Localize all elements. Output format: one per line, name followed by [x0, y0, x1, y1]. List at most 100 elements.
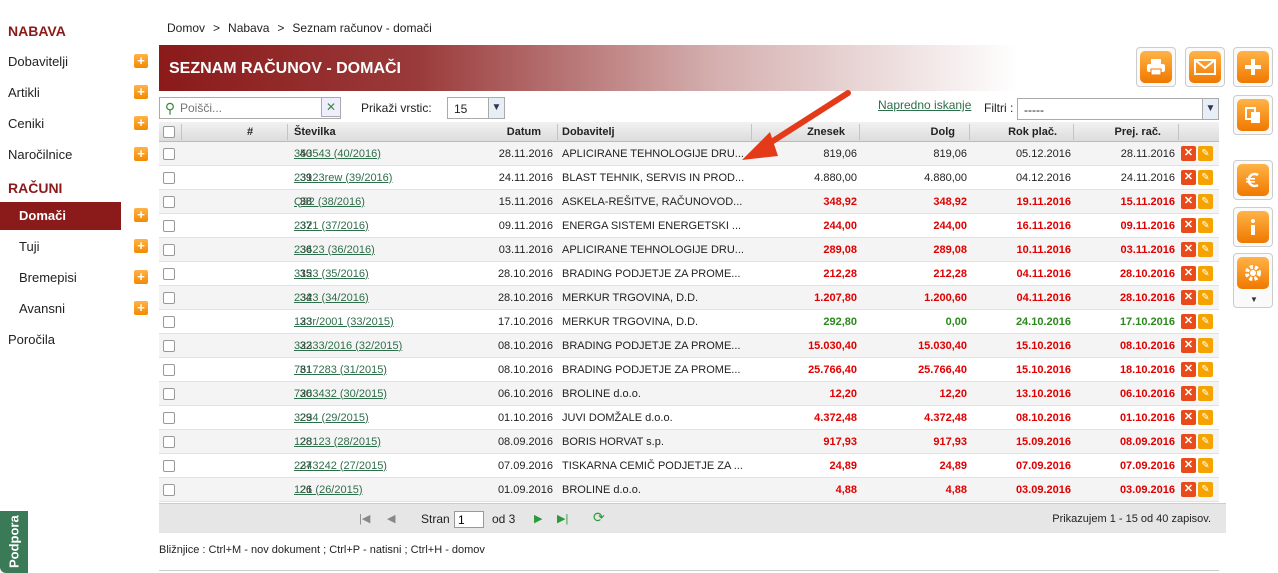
row-checkbox[interactable]	[163, 214, 177, 237]
settings-button[interactable]: ▼	[1233, 253, 1273, 308]
breadcrumb-nabava[interactable]: Nabava	[228, 21, 269, 35]
edit-icon[interactable]: ✎	[1198, 266, 1213, 281]
email-button[interactable]	[1185, 47, 1225, 87]
table-row[interactable]: 31 7617283 (31/2015) 08.10.2016 BRADING POD…	[159, 358, 1219, 382]
row-checkbox[interactable]	[163, 286, 177, 309]
delete-icon[interactable]: ✕	[1181, 146, 1196, 161]
row-checkbox[interactable]	[163, 334, 177, 357]
row-checkbox[interactable]	[163, 262, 177, 285]
col-dobavitelj[interactable]: Dobavitelj	[562, 122, 752, 141]
col-datum[interactable]: Datum	[489, 122, 541, 141]
edit-icon[interactable]: ✎	[1198, 242, 1213, 257]
row-checkbox[interactable]	[163, 238, 177, 261]
table-row[interactable]: 38 Q32 (38/2016) 15.11.2016 ASKELA-REŠITVE,…	[159, 190, 1219, 214]
delete-icon[interactable]: ✕	[1181, 362, 1196, 377]
edit-icon[interactable]: ✎	[1198, 386, 1213, 401]
clear-search-button[interactable]: ✕	[321, 97, 341, 117]
invoice-number-link[interactable]: 3123 (35/2016)	[294, 268, 369, 280]
invoice-number-link[interactable]: 2321 (37/2016)	[294, 220, 369, 232]
add-icon[interactable]: +	[134, 270, 148, 284]
invoice-number-link[interactable]: 23123rew (39/2016)	[294, 172, 392, 184]
sidebar-item-bremepisi[interactable]: Bremepisi +	[0, 264, 150, 290]
sidebar-item-ceniki[interactable]: Ceniki +	[0, 110, 150, 136]
edit-icon[interactable]: ✎	[1198, 458, 1213, 473]
copy-button[interactable]	[1233, 95, 1273, 135]
sidebar-item-porocila[interactable]: Poročila	[0, 326, 150, 352]
col-num[interactable]: #	[247, 122, 267, 141]
page-input[interactable]	[454, 511, 484, 528]
breadcrumb-home[interactable]: Domov	[167, 21, 205, 35]
table-row[interactable]: 39 23123rew (39/2016) 24.11.2016 BLAST TEHN…	[159, 166, 1219, 190]
add-icon[interactable]: +	[134, 85, 148, 99]
edit-icon[interactable]: ✎	[1198, 290, 1213, 305]
table-row[interactable]: 30 7263432 (30/2015) 06.10.2016 BROLINE d.o…	[159, 382, 1219, 406]
select-all-checkbox[interactable]	[163, 122, 177, 141]
col-dolg[interactable]: Dolg	[859, 122, 955, 141]
row-checkbox[interactable]	[163, 430, 177, 453]
add-document-button[interactable]	[1233, 47, 1273, 87]
table-row[interactable]: 40 353543 (40/2016) 28.11.2016 APLICIRANE T…	[159, 142, 1219, 166]
add-icon[interactable]: +	[134, 239, 148, 253]
invoice-number-link[interactable]: 3234 (29/2015)	[294, 412, 369, 424]
rows-per-page-select[interactable]: 15 ▼	[447, 97, 505, 119]
delete-icon[interactable]: ✕	[1181, 482, 1196, 497]
next-page-icon[interactable]: ▶	[534, 512, 542, 525]
support-tab[interactable]: Podpora	[0, 511, 28, 573]
row-checkbox[interactable]	[163, 478, 177, 501]
edit-icon[interactable]: ✎	[1198, 338, 1213, 353]
advanced-search-link[interactable]: Napredno iskanje	[878, 98, 971, 112]
add-icon[interactable]: +	[134, 116, 148, 130]
table-row[interactable]: 37 2321 (37/2016) 09.11.2016 ENERGA SISTEMI…	[159, 214, 1219, 238]
delete-icon[interactable]: ✕	[1181, 434, 1196, 449]
edit-icon[interactable]: ✎	[1198, 410, 1213, 425]
row-checkbox[interactable]	[163, 358, 177, 381]
currency-button[interactable]	[1233, 160, 1273, 200]
sidebar-item-domaci[interactable]: Domači +	[0, 202, 150, 230]
invoice-number-link[interactable]: 123r/2001 (33/2015)	[294, 316, 394, 328]
edit-icon[interactable]: ✎	[1198, 194, 1213, 209]
row-checkbox[interactable]	[163, 454, 177, 477]
col-rok[interactable]: Rok plač.	[971, 122, 1057, 141]
last-page-icon[interactable]: ▶|	[557, 512, 568, 525]
print-button[interactable]	[1136, 47, 1176, 87]
invoice-number-link[interactable]: 121 (26/2015)	[294, 484, 363, 496]
table-row[interactable]: 34 2323 (34/2016) 28.10.2016 MERKUR TRGOVIN…	[159, 286, 1219, 310]
sidebar-item-dobavitelji[interactable]: Dobavitelji +	[0, 48, 150, 74]
invoice-number-link[interactable]: 123123 (28/2015)	[294, 436, 381, 448]
table-row[interactable]: 32 32333/2016 (32/2015) 08.10.2016 BRADING …	[159, 334, 1219, 358]
refresh-icon[interactable]: ⟳	[593, 509, 605, 526]
table-row[interactable]: 33 123r/2001 (33/2015) 17.10.2016 MERKUR TR…	[159, 310, 1219, 334]
delete-icon[interactable]: ✕	[1181, 266, 1196, 281]
table-row[interactable]: 29 3234 (29/2015) 01.10.2016 JUVI DOMŽALE d…	[159, 406, 1219, 430]
sidebar-item-avansni[interactable]: Avansni +	[0, 295, 150, 321]
table-row[interactable]: 27 2343242 (27/2015) 07.09.2016 TISKARNA CE…	[159, 454, 1219, 478]
search-input[interactable]	[180, 101, 320, 115]
delete-icon[interactable]: ✕	[1181, 194, 1196, 209]
col-znesek[interactable]: Znesek	[759, 122, 845, 141]
add-icon[interactable]: +	[134, 147, 148, 161]
invoice-number-link[interactable]: 2323 (34/2016)	[294, 292, 369, 304]
prev-page-icon[interactable]: ◀	[387, 512, 395, 525]
row-checkbox[interactable]	[163, 382, 177, 405]
delete-icon[interactable]: ✕	[1181, 410, 1196, 425]
delete-icon[interactable]: ✕	[1181, 242, 1196, 257]
delete-icon[interactable]: ✕	[1181, 386, 1196, 401]
table-row[interactable]: 28 123123 (28/2015) 08.09.2016 BORIS HORVAT…	[159, 430, 1219, 454]
add-icon[interactable]: +	[134, 54, 148, 68]
table-row[interactable]: 26 121 (26/2015) 01.09.2016 BROLINE d.o.o. 4…	[159, 478, 1219, 502]
table-row[interactable]: 35 3123 (35/2016) 28.10.2016 BRADING PODJET…	[159, 262, 1219, 286]
sidebar-item-narocilnice[interactable]: Naročilnice +	[0, 141, 150, 167]
invoice-number-link[interactable]: 2343242 (27/2015)	[294, 460, 387, 472]
delete-icon[interactable]: ✕	[1181, 458, 1196, 473]
invoice-number-link[interactable]: 23423 (36/2016)	[294, 244, 375, 256]
invoice-number-link[interactable]: 32333/2016 (32/2015)	[294, 340, 402, 352]
delete-icon[interactable]: ✕	[1181, 170, 1196, 185]
add-icon[interactable]: +	[134, 208, 148, 222]
row-checkbox[interactable]	[163, 142, 177, 165]
edit-icon[interactable]: ✎	[1198, 482, 1213, 497]
row-checkbox[interactable]	[163, 166, 177, 189]
delete-icon[interactable]: ✕	[1181, 290, 1196, 305]
edit-icon[interactable]: ✎	[1198, 434, 1213, 449]
row-checkbox[interactable]	[163, 310, 177, 333]
first-page-icon[interactable]: |◀	[359, 512, 370, 525]
